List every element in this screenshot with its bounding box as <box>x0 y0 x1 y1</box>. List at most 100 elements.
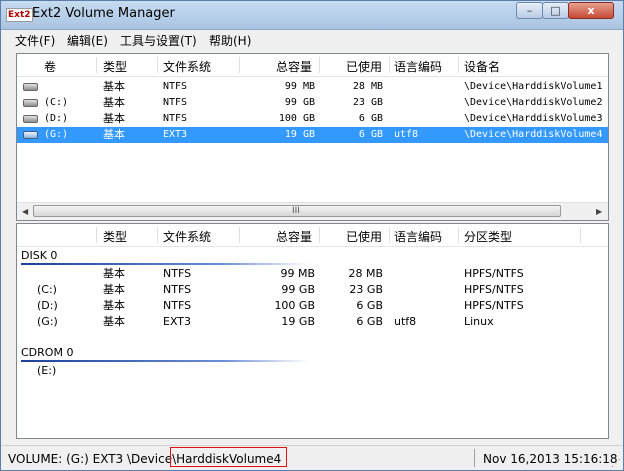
partition-fs: NTFS <box>163 299 192 312</box>
app-window: Ext2 Ext2 Volume Manager – □ x 文件(F) 编辑(… <box>0 0 624 471</box>
partition-ptype: HPFS/NTFS <box>464 267 524 280</box>
partition-used: 6 GB <box>356 299 383 312</box>
partition-fs: NTFS <box>163 283 192 296</box>
partition-total: 19 GB <box>281 315 315 328</box>
col-device[interactable]: 设备名 <box>464 58 500 75</box>
scrollbar-thumb[interactable]: III <box>33 205 561 217</box>
column-divider[interactable] <box>389 227 390 243</box>
volume-letter: (G:) <box>44 129 69 140</box>
volume-total: 99 MB <box>284 81 315 92</box>
partition-total: 100 GB <box>274 299 315 312</box>
col-type[interactable]: 类型 <box>103 58 127 75</box>
column-divider[interactable] <box>157 227 158 243</box>
volume-fs: NTFS <box>163 97 188 108</box>
status-divider <box>474 449 475 467</box>
volume-used: 23 GB <box>352 97 383 108</box>
volume-list[interactable]: 卷 类型 文件系统 总容量 已使用 语言编码 设备名 基本 NTFS 99 MB… <box>16 53 609 221</box>
volume-codepage: utf8 <box>394 129 419 140</box>
partition-volume: (E:) <box>37 364 57 377</box>
cdrom-group-label: CDROM 0 <box>21 346 74 359</box>
volume-type: 基本 <box>103 128 125 141</box>
col-volume[interactable]: 卷 <box>44 58 56 75</box>
volume-device: \Device\HarddiskVolume3 <box>464 113 603 124</box>
volume-used: 6 GB <box>358 129 383 140</box>
disk-list-header: 类型 文件系统 总容量 已使用 语言编码 分区类型 <box>17 224 608 247</box>
column-divider[interactable] <box>458 227 459 243</box>
status-bar: VOLUME: (G:) EXT3 \Device\HarddiskVolume… <box>1 445 623 470</box>
partition-total: 99 MB <box>280 267 315 280</box>
partition-used: 23 GB <box>349 283 383 296</box>
volume-used: 6 GB <box>358 113 383 124</box>
partition-row[interactable]: (E:) <box>17 363 608 379</box>
scroll-right-icon[interactable]: ▶ <box>596 207 602 216</box>
volume-fs: NTFS <box>163 81 188 92</box>
column-divider[interactable] <box>157 57 158 73</box>
column-divider[interactable] <box>458 57 459 73</box>
col-codepage[interactable]: 语言编码 <box>394 58 442 75</box>
volume-list-header: 卷 类型 文件系统 总容量 已使用 语言编码 设备名 <box>17 54 608 77</box>
partition-row[interactable]: (C:) 基本 NTFS 99 GB 23 GB HPFS/NTFS <box>17 282 608 298</box>
column-divider[interactable] <box>319 227 320 243</box>
partition-row[interactable]: (G:) 基本 EXT3 19 GB 6 GB utf8 Linux <box>17 314 608 330</box>
menu-edit[interactable]: 编辑(E) <box>67 32 108 49</box>
partition-ptype: HPFS/NTFS <box>464 283 524 296</box>
partition-codepage: utf8 <box>394 315 417 328</box>
volume-row[interactable]: 基本 NTFS 99 MB 28 MB \Device\HarddiskVolu… <box>17 79 608 95</box>
volume-device: \Device\HarddiskVolume2 <box>464 97 603 108</box>
volume-row[interactable]: (D:) 基本 NTFS 100 GB 6 GB \Device\Harddis… <box>17 111 608 127</box>
column-divider[interactable] <box>319 57 320 73</box>
menu-help[interactable]: 帮助(H) <box>209 32 251 49</box>
volume-row[interactable]: (C:) 基本 NTFS 99 GB 23 GB \Device\Harddis… <box>17 95 608 111</box>
maximize-button[interactable]: □ <box>542 2 569 19</box>
col-total[interactable]: 总容量 <box>276 58 312 75</box>
hard-disk-icon <box>23 99 38 107</box>
highlight-box <box>170 447 287 467</box>
volume-total: 99 GB <box>284 97 315 108</box>
column-divider[interactable] <box>239 227 240 243</box>
partition-row[interactable]: 基本 NTFS 99 MB 28 MB HPFS/NTFS <box>17 266 608 282</box>
volume-row-selected[interactable]: (G:) 基本 EXT3 19 GB 6 GB utf8 \Device\Har… <box>17 127 608 143</box>
window-title: Ext2 Volume Manager <box>32 6 175 21</box>
horizontal-scrollbar[interactable]: ◀ III ▶ <box>17 202 608 220</box>
volume-letter: (D:) <box>44 113 69 124</box>
close-button[interactable]: x <box>568 2 614 19</box>
hard-disk-icon <box>23 131 38 139</box>
col-filesystem[interactable]: 文件系统 <box>163 58 211 75</box>
menu-tools-settings[interactable]: 工具与设置(T) <box>120 32 197 49</box>
group-divider <box>21 263 309 265</box>
resize-grip-icon[interactable]: ⋰ <box>611 458 621 469</box>
column-divider[interactable] <box>389 57 390 73</box>
column-divider[interactable] <box>580 227 581 243</box>
partition-used: 6 GB <box>356 315 383 328</box>
scroll-left-icon[interactable]: ◀ <box>22 207 28 216</box>
col-used[interactable]: 已使用 <box>346 228 382 245</box>
col-filesystem[interactable]: 文件系统 <box>163 228 211 245</box>
column-divider[interactable] <box>96 57 97 73</box>
partition-type: 基本 <box>103 299 125 312</box>
menu-bar: 文件(F) 编辑(E) 工具与设置(T) 帮助(H) <box>1 30 623 50</box>
col-codepage[interactable]: 语言编码 <box>394 228 442 245</box>
col-used[interactable]: 已使用 <box>346 58 382 75</box>
volume-total: 19 GB <box>284 129 315 140</box>
disk-list[interactable]: 类型 文件系统 总容量 已使用 语言编码 分区类型 DISK 0 基本 NTFS… <box>16 223 609 439</box>
disk-group-label: DISK 0 <box>21 249 58 262</box>
menu-file[interactable]: 文件(F) <box>15 32 55 49</box>
partition-volume: (D:) <box>37 299 58 312</box>
partition-volume: (C:) <box>37 283 57 296</box>
title-bar[interactable]: Ext2 Ext2 Volume Manager – □ x <box>1 1 623 30</box>
column-divider[interactable] <box>239 57 240 73</box>
volume-used: 28 MB <box>352 81 383 92</box>
col-total[interactable]: 总容量 <box>276 228 312 245</box>
partition-row[interactable]: (D:) 基本 NTFS 100 GB 6 GB HPFS/NTFS <box>17 298 608 314</box>
scrollbar-grip: III <box>292 206 300 216</box>
volume-total: 100 GB <box>278 113 315 124</box>
minimize-button[interactable]: – <box>516 2 543 19</box>
partition-total: 99 GB <box>281 283 315 296</box>
column-divider[interactable] <box>96 227 97 243</box>
volume-device: \Device\HarddiskVolume4 <box>464 129 603 140</box>
volume-type: 基本 <box>103 96 125 109</box>
col-partition-type[interactable]: 分区类型 <box>464 228 512 245</box>
volume-fs: NTFS <box>163 113 188 124</box>
col-type[interactable]: 类型 <box>103 228 127 245</box>
partition-type: 基本 <box>103 267 125 280</box>
